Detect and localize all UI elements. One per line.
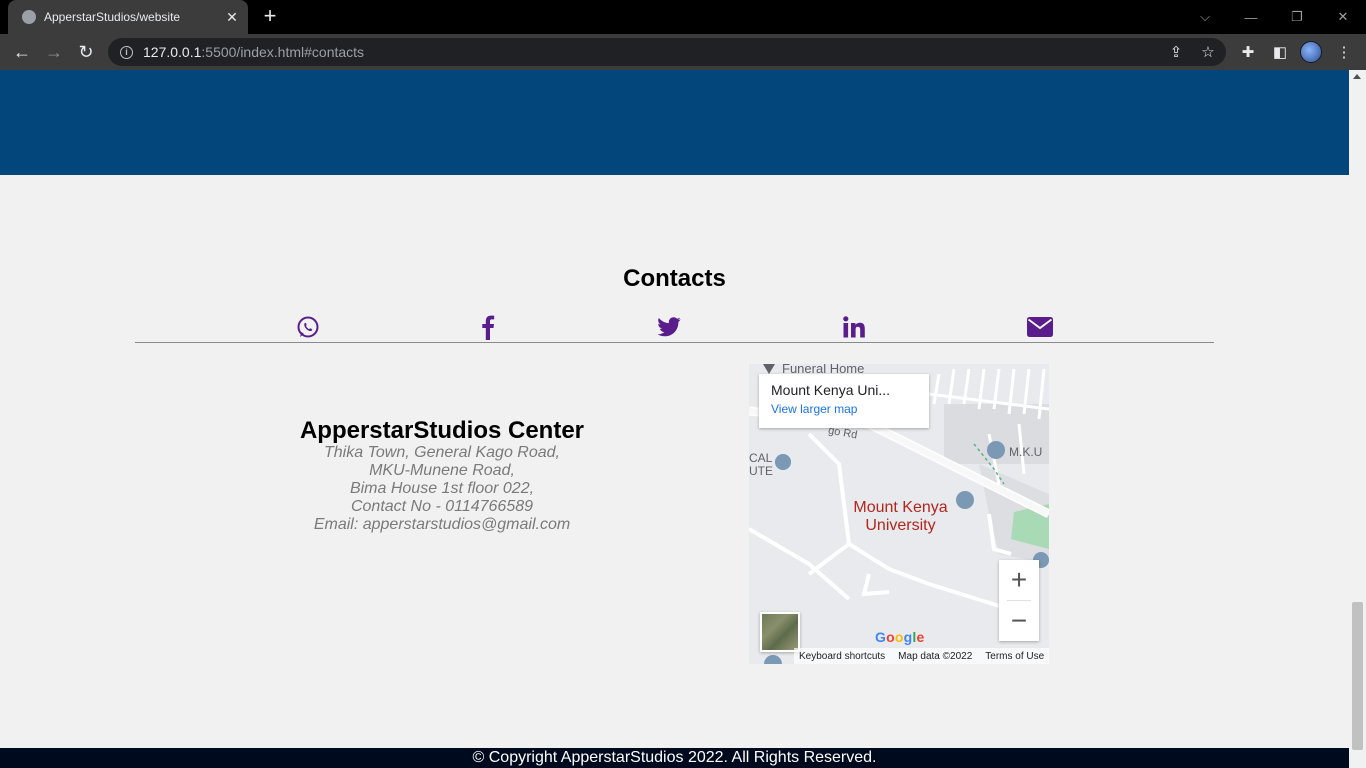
envelope-icon[interactable] (1025, 313, 1055, 341)
page-scrollbar[interactable] (1349, 70, 1366, 768)
cal-label: CAL (749, 451, 773, 465)
map-data-label: Map data ©2022 (898, 650, 973, 662)
bookmark-star-icon[interactable]: ☆ (1196, 38, 1220, 66)
contact-email: Email: apperstarstudios@gmail.com (313, 516, 571, 533)
map-attribution-bar: Keyboard shortcuts Map data ©2022 Terms … (794, 648, 1049, 664)
google-logo: Google (875, 629, 925, 645)
scrollbar-thumb[interactable] (1352, 602, 1363, 750)
view-larger-map-link[interactable]: View larger map (771, 402, 917, 416)
url-host: 127.0.0.1 (143, 44, 202, 60)
social-links-row (135, 313, 1214, 343)
forward-icon[interactable]: → (40, 38, 68, 66)
copyright-text: © Copyright ApperstarStudios 2022. All R… (472, 749, 877, 766)
ute-label: UTE (749, 464, 773, 478)
back-icon[interactable]: ← (8, 38, 36, 66)
map-place-name: Mount Kenya Uni... (771, 382, 891, 398)
scroll-up-arrow-icon[interactable] (1353, 74, 1361, 79)
new-tab-button[interactable]: + (258, 5, 282, 29)
contact-number: Contact No - 0114766589 (350, 498, 534, 515)
keyboard-shortcuts-link[interactable]: Keyboard shortcuts (799, 651, 885, 662)
globe-icon (22, 10, 36, 24)
page-footer: © Copyright ApperstarStudios 2022. All R… (0, 748, 1349, 768)
close-window-icon[interactable]: ✕ (1320, 0, 1366, 34)
university-label: Mount Kenya University (843, 499, 958, 535)
linkedin-icon[interactable] (839, 313, 869, 341)
profile-avatar[interactable] (1300, 41, 1322, 63)
map-place-card: Mount Kenya Uni... View larger map (759, 374, 929, 428)
zoom-out-button[interactable]: − (999, 601, 1039, 641)
whatsapp-icon[interactable] (293, 313, 323, 341)
address-line-2: MKU-Munene Road, (369, 462, 515, 479)
minimize-icon[interactable]: — (1228, 0, 1274, 34)
mku-label: M.K.U (1009, 445, 1043, 459)
tab-search-icon[interactable]: ⌵ (1182, 0, 1228, 34)
site-info-icon[interactable]: i (120, 45, 133, 59)
browser-tab[interactable]: ApperstarStudios/website ✕ (8, 0, 248, 34)
address-line-1: Thika Town, General Kago Road, (324, 444, 560, 461)
tab-strip: ApperstarStudios/website ✕ + ⌵ — ❐ ✕ (0, 0, 1366, 34)
twitter-icon[interactable] (654, 313, 684, 341)
tab-title: ApperstarStudios/website (44, 10, 181, 24)
address-line-3: Bima House 1st floor 022, (349, 480, 535, 497)
browser-toolbar: ← → ↻ i 127.0.0.1:5500/index.html#contac… (0, 34, 1366, 70)
terms-of-use-link[interactable]: Terms of Use (985, 651, 1044, 662)
facebook-icon[interactable] (473, 313, 503, 341)
menu-kebab-icon[interactable]: ⋮ (1330, 38, 1358, 66)
contacts-heading: Contacts (623, 265, 726, 292)
extensions-puzzle-icon[interactable]: ✚ (1234, 38, 1262, 66)
restore-icon[interactable]: ❐ (1274, 0, 1320, 34)
share-icon[interactable]: ⇪ (1164, 38, 1188, 66)
center-name-heading: ApperstarStudios Center (299, 417, 585, 444)
tab-close-icon[interactable]: ✕ (220, 9, 244, 26)
embedded-map[interactable]: Funeral Home go Rd CAL UTE M.K.U Mount K… (749, 364, 1049, 664)
hero-band (0, 70, 1349, 175)
side-panel-icon[interactable]: ◧ (1266, 38, 1294, 66)
page-viewport: Contacts ApperstarStudios Center Thika T… (0, 70, 1349, 768)
map-zoom-control: + − (999, 560, 1039, 641)
reload-icon[interactable]: ↻ (72, 38, 100, 66)
url-path: :5500/index.html#contacts (201, 44, 365, 60)
zoom-in-button[interactable]: + (999, 560, 1039, 600)
address-bar[interactable]: i 127.0.0.1:5500/index.html#contacts (108, 38, 1226, 66)
satellite-toggle[interactable] (760, 612, 800, 652)
university-line-1: Mount Kenya (853, 499, 948, 516)
university-line-2: University (865, 517, 936, 534)
